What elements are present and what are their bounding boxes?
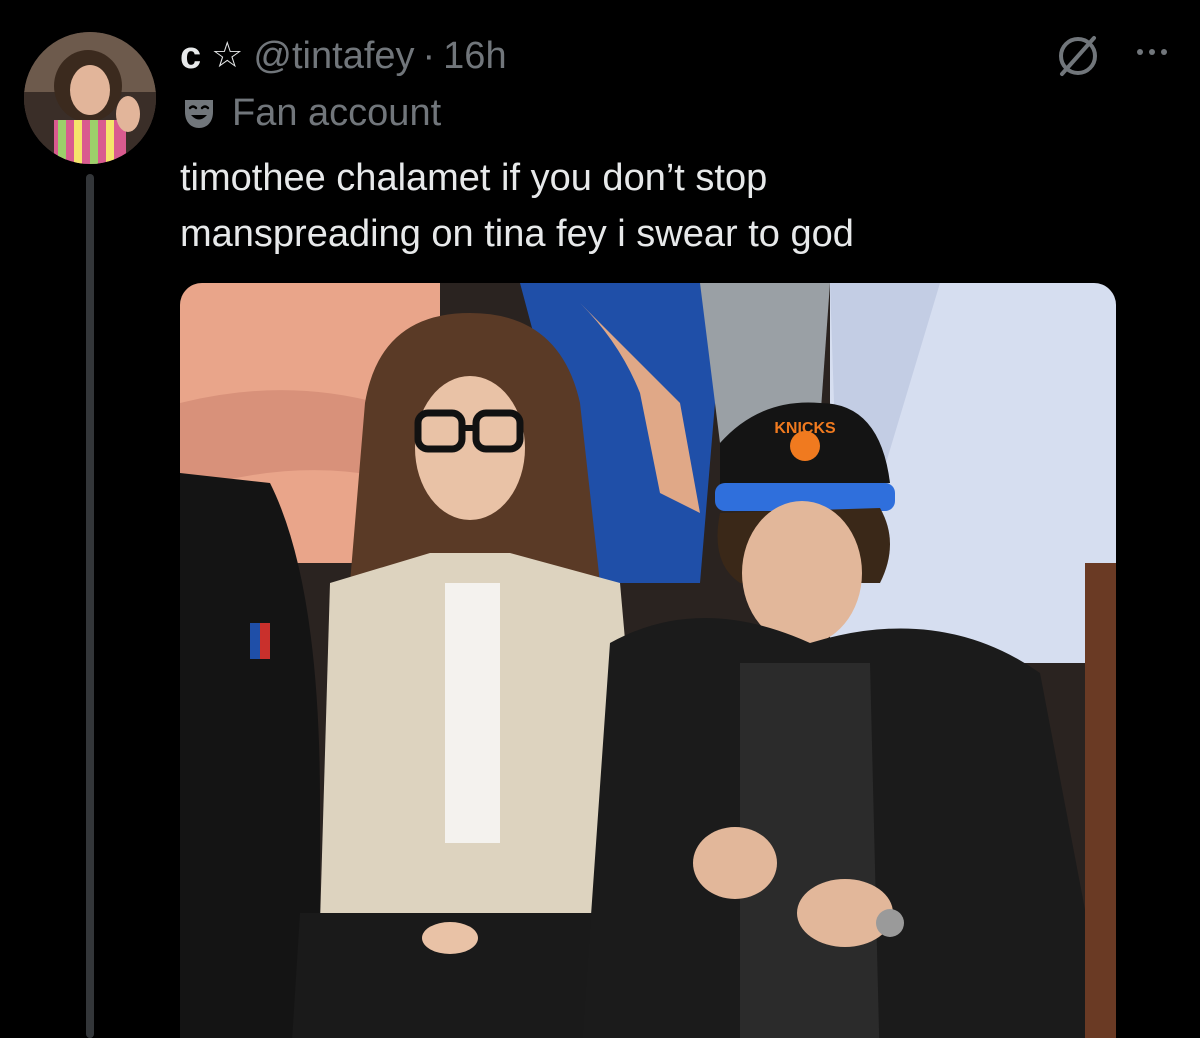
thread-line [86,174,94,1038]
grok-icon[interactable] [1052,30,1104,82]
avatar[interactable] [24,32,156,164]
post-header: c ☆ @tintafey · 16h [180,34,507,78]
display-name[interactable]: c [180,34,201,78]
post-text: timothee chalamet if you don’t stop mans… [180,157,854,255]
cap-logo-text: KNICKS [774,420,836,437]
timestamp[interactable]: 16h [443,34,506,78]
account-label[interactable]: Fan account [180,90,441,136]
separator: · [422,35,436,77]
post-media[interactable]: KNICKS [180,283,1116,1038]
star-icon: ☆ [211,35,244,76]
post: c ☆ @tintafey · 16h Fan account timothee… [0,0,1200,1038]
more-icon[interactable] [1128,30,1176,74]
avatar-image [24,32,156,164]
theater-mask-icon [185,100,213,128]
user-handle[interactable]: @tintafey [253,34,414,78]
media-photo: KNICKS [180,283,1116,1038]
account-label-text: Fan account [232,91,442,134]
